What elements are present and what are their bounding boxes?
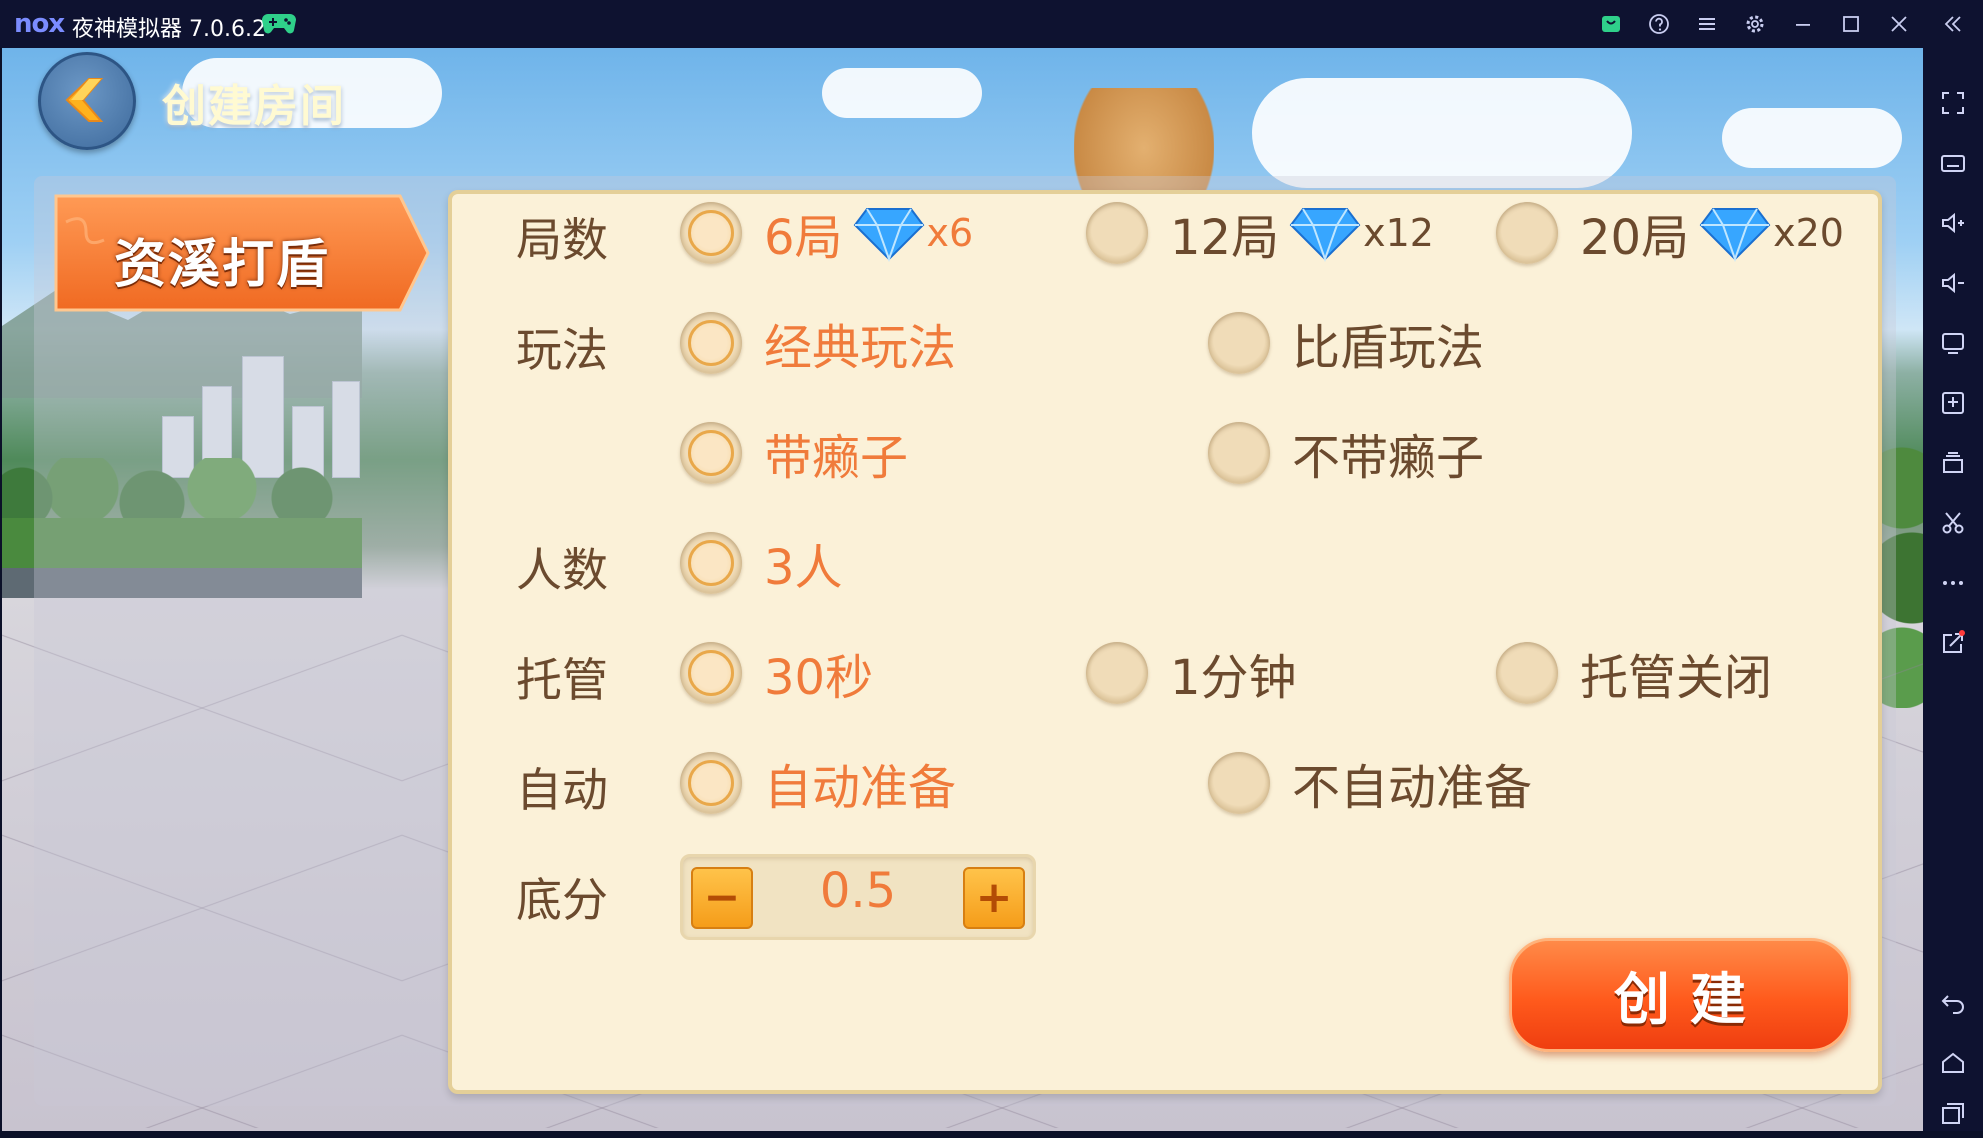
add-apk-icon[interactable] — [1923, 378, 1983, 428]
option-label: 带癞子 — [764, 430, 909, 486]
radio-selected[interactable] — [680, 312, 742, 374]
wildcard-option-with[interactable]: 带癞子 — [680, 418, 908, 488]
menu-icon[interactable] — [1683, 0, 1731, 48]
multi-instance-icon[interactable] — [1923, 438, 1983, 488]
screen-icon[interactable] — [1923, 318, 1983, 368]
option-label: 比盾玩法 — [1292, 320, 1485, 376]
game-tab-zixi-dadun[interactable]: 资溪打盾 — [52, 192, 432, 314]
home-icon[interactable] — [1923, 1038, 1983, 1088]
room-settings-card: 局数 6局 x6 12局 x12 20局 x20 玩法 经典玩法 比盾玩法 带癞… — [448, 190, 1882, 1094]
emulator-sidebar — [1923, 48, 1983, 1131]
radio-selected[interactable] — [680, 752, 742, 814]
cost-label: x20 — [1773, 211, 1844, 255]
auto-play-option-off[interactable]: 托管关闭 — [1496, 638, 1772, 708]
rounds-option-20[interactable]: 20局 x20 — [1496, 198, 1844, 268]
auto-ready-option-on[interactable]: 自动准备 — [680, 748, 956, 818]
radio-unselected[interactable] — [1208, 312, 1270, 374]
share-icon[interactable] — [1923, 618, 1983, 668]
option-label: 6局 — [764, 210, 843, 266]
emulator-titlebar: nox 夜神模拟器 7.0.6.2 — [0, 0, 1983, 48]
players-label: 人数 — [516, 543, 608, 597]
option-label: 1分钟 — [1170, 650, 1297, 706]
option-label: 30秒 — [764, 650, 874, 706]
radio-unselected[interactable] — [1086, 642, 1148, 704]
mode-label: 玩法 — [516, 323, 608, 377]
mode-option-classic[interactable]: 经典玩法 — [680, 308, 956, 378]
auto-play-label: 托管 — [516, 653, 608, 707]
auto-play-option-30s[interactable]: 30秒 — [680, 638, 873, 708]
window-title: 夜神模拟器 7.0.6.2 — [72, 17, 266, 42]
screenshot-icon[interactable] — [1923, 498, 1983, 548]
radio-unselected[interactable] — [1208, 422, 1270, 484]
page-title: 创建房间 — [162, 81, 346, 132]
auto-play-option-1min[interactable]: 1分钟 — [1086, 638, 1297, 708]
option-label: 经典玩法 — [764, 320, 957, 376]
fullscreen-icon[interactable] — [1923, 78, 1983, 128]
game-tab-label: 资溪打盾 — [114, 235, 331, 295]
volume-up-icon[interactable] — [1923, 198, 1983, 248]
wildcard-option-without[interactable]: 不带癞子 — [1208, 418, 1484, 488]
option-label: 20局 — [1580, 210, 1690, 266]
maximize-icon[interactable] — [1827, 0, 1875, 48]
back-button[interactable] — [38, 52, 136, 150]
option-label: 托管关闭 — [1580, 650, 1773, 706]
diamond-icon — [853, 208, 924, 263]
rounds-label: 局数 — [516, 213, 608, 267]
radio-selected[interactable] — [680, 532, 742, 594]
base-score-label: 底分 — [516, 873, 608, 927]
increase-button[interactable]: + — [963, 867, 1025, 929]
cloud — [1252, 78, 1632, 188]
radio-unselected[interactable] — [1496, 202, 1558, 264]
radio-unselected[interactable] — [1208, 752, 1270, 814]
option-label: 不带癞子 — [1292, 430, 1485, 486]
option-label: 不自动准备 — [1292, 760, 1533, 816]
minimize-icon[interactable] — [1779, 0, 1827, 48]
radio-unselected[interactable] — [1496, 642, 1558, 704]
cost-label: x12 — [1363, 211, 1434, 255]
arrow-left-icon — [65, 78, 104, 122]
option-label: 12局 — [1170, 210, 1280, 266]
collapse-icon[interactable] — [1923, 0, 1983, 48]
game-viewport: 创建房间 资溪打盾 局数 6局 x6 12局 x12 20局 x20 玩法 经典… — [2, 48, 1923, 1131]
back-icon[interactable] — [1923, 978, 1983, 1028]
store-icon[interactable] — [1587, 0, 1635, 48]
cloud — [822, 68, 982, 118]
option-label: 自动准备 — [764, 760, 957, 816]
players-option-3[interactable]: 3人 — [680, 528, 843, 598]
diamond-icon — [1699, 208, 1771, 263]
help-icon[interactable] — [1635, 0, 1683, 48]
create-room-button[interactable]: 创建 — [1509, 938, 1851, 1052]
volume-down-icon[interactable] — [1923, 258, 1983, 308]
base-score-stepper: − 0.5 + — [680, 854, 1036, 940]
rounds-option-6[interactable]: 6局 x6 — [680, 198, 973, 268]
auto-ready-option-off[interactable]: 不自动准备 — [1208, 748, 1532, 818]
create-button-label: 创建 — [1614, 967, 1766, 1033]
more-icon[interactable] — [1923, 558, 1983, 608]
diamond-icon — [1289, 208, 1361, 263]
radio-unselected[interactable] — [1086, 202, 1148, 264]
auto-ready-label: 自动 — [516, 763, 608, 817]
nox-logo: nox — [14, 9, 65, 39]
settings-icon[interactable] — [1731, 0, 1779, 48]
radio-selected[interactable] — [680, 422, 742, 484]
radio-selected[interactable] — [680, 202, 742, 264]
radio-selected[interactable] — [680, 642, 742, 704]
rounds-option-12[interactable]: 12局 x12 — [1086, 198, 1434, 268]
option-label: 3人 — [764, 540, 843, 596]
close-icon[interactable] — [1875, 0, 1923, 48]
keyboard-icon[interactable] — [1923, 138, 1983, 188]
cloud — [1722, 108, 1902, 168]
gamepad-icon[interactable] — [262, 10, 296, 36]
mode-option-bidun[interactable]: 比盾玩法 — [1208, 308, 1484, 378]
cost-label: x6 — [926, 211, 974, 255]
